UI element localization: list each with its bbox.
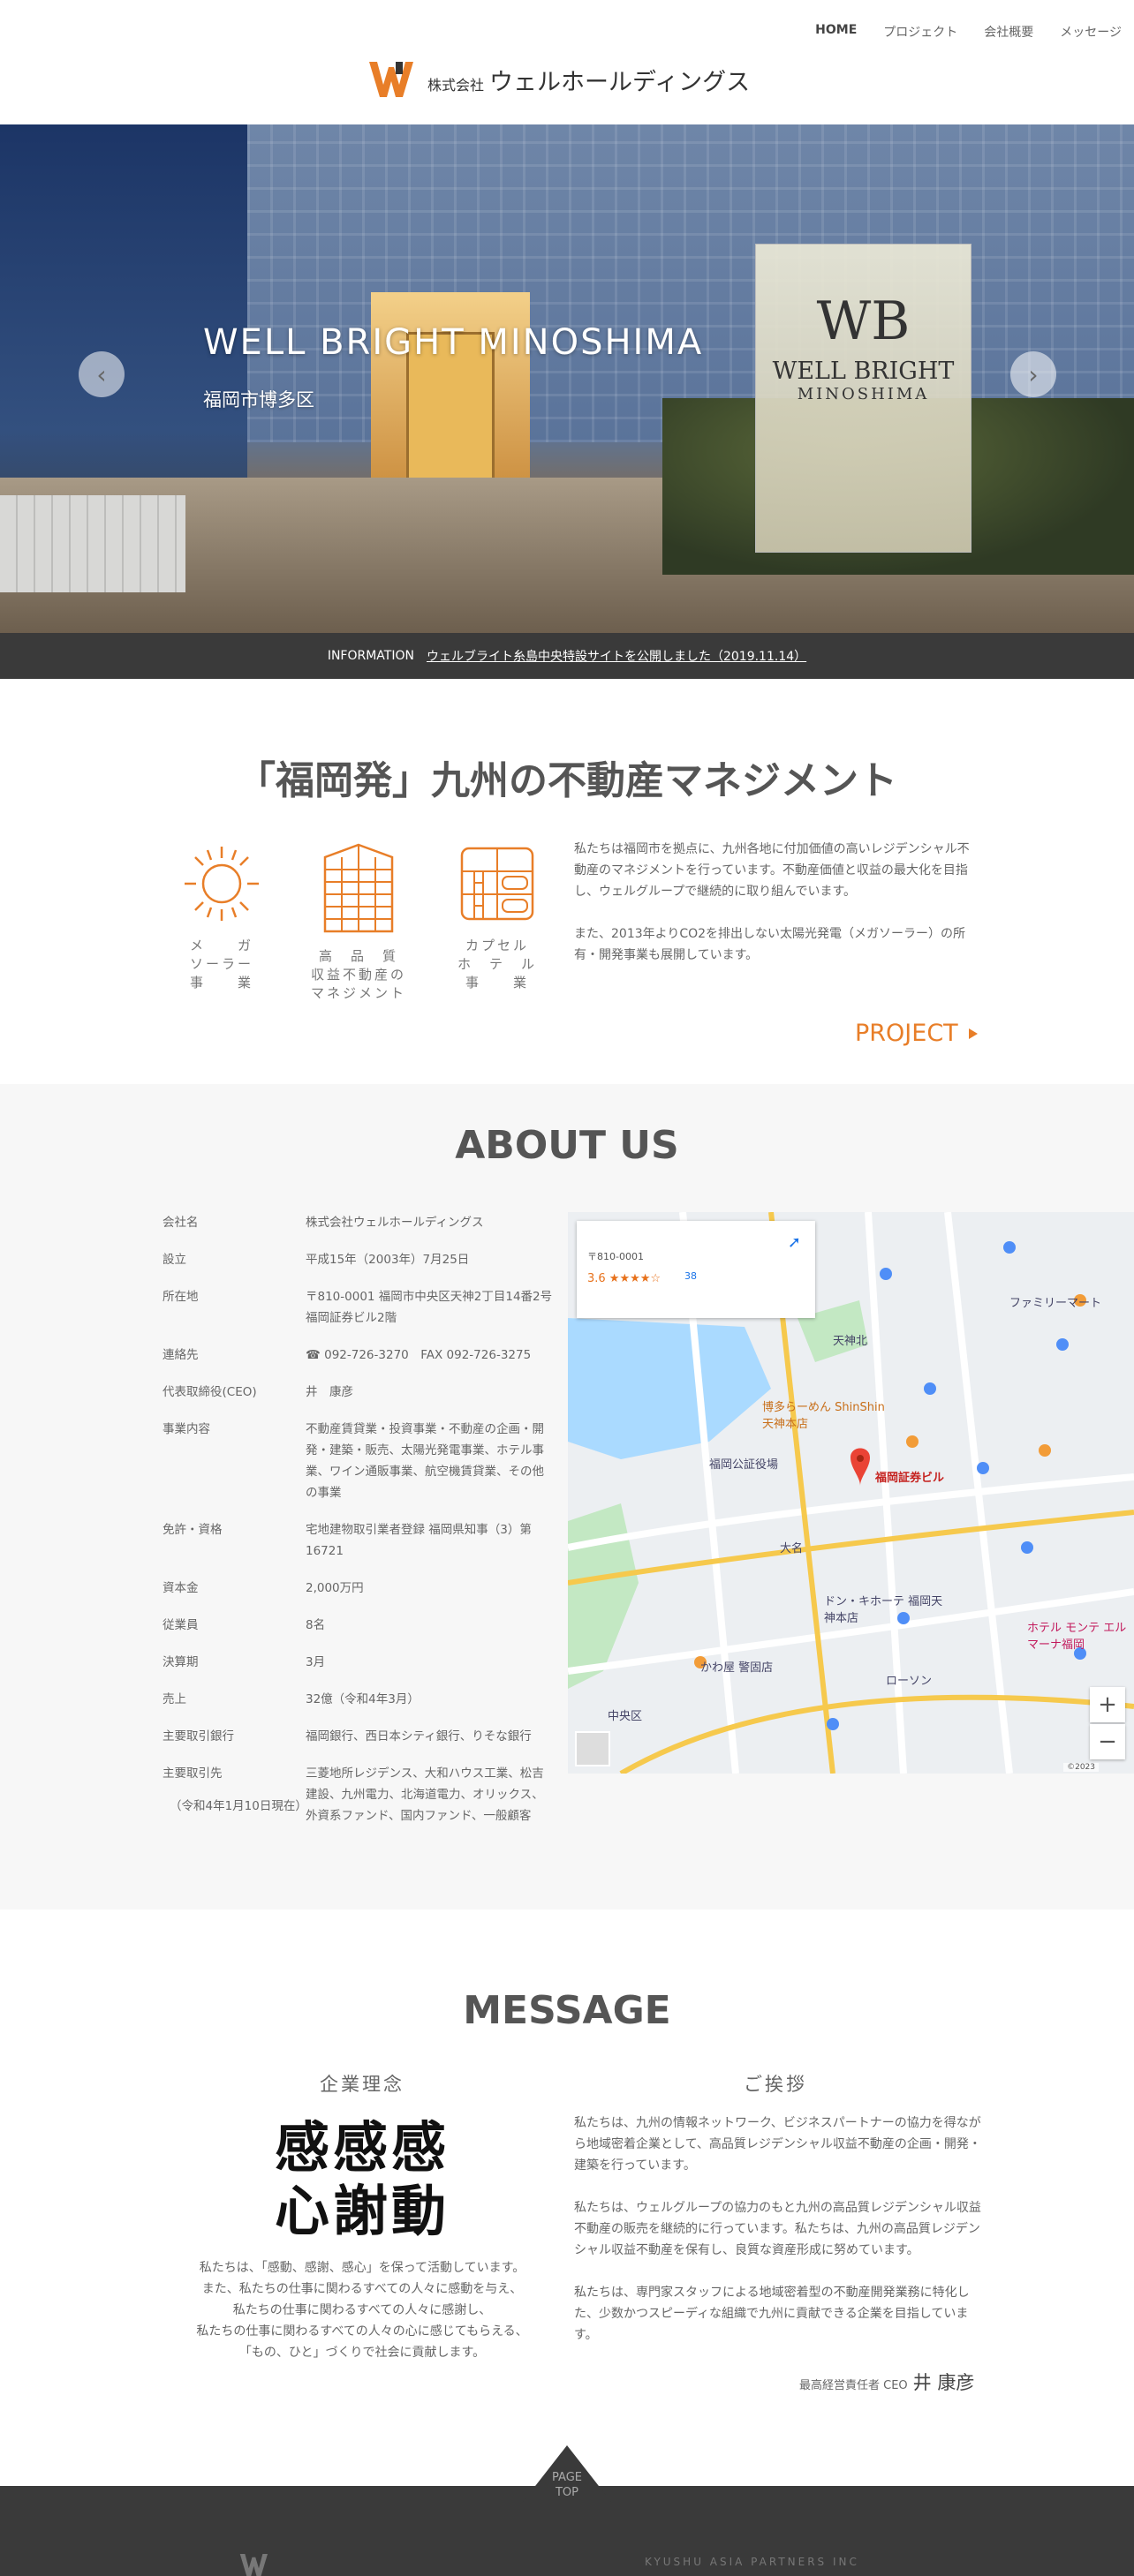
- plus-icon: +: [1098, 1691, 1117, 1718]
- tiled-planter: [0, 495, 185, 592]
- hero-title: WELL BRIGHT MINOSHIMA: [203, 322, 704, 363]
- map-label: 福岡公証役場: [709, 1458, 779, 1472]
- wb-monument-sign: WB WELL BRIGHT MINOSHIMA: [755, 244, 971, 553]
- greeting-heading: ご挨拶: [744, 2074, 807, 2095]
- logo-prefix: 株式会社: [427, 76, 485, 94]
- business-solar-line1: メ ガ: [189, 938, 253, 953]
- business-property-line1: 高 品 質: [318, 948, 398, 964]
- intro-paragraph: また、2013年よりCO2を排出しない太陽光発電（メガソーラー）の所有・開発事業…: [574, 927, 966, 962]
- table-row: 会社名 株式会社ウェルホールディングス: [163, 1216, 484, 1230]
- map-card-reviews[interactable]: 38: [684, 1270, 805, 1282]
- map-label: ローソン: [886, 1675, 933, 1688]
- table-row: 売上 32億（令和4年3月）: [163, 1692, 420, 1706]
- project-link-label: PROJECT: [855, 1020, 958, 1047]
- directions-icon[interactable]: ➚: [788, 1233, 801, 1252]
- company-info-table: 会社名 株式会社ウェルホールディングス 設立 平成15年（2003年）7月25日 所…: [163, 1212, 553, 1842]
- table-row: 資本金 2,000万円: [163, 1581, 364, 1595]
- building-icon: [323, 843, 394, 933]
- intro-paragraph: 私たちは福岡市を拠点に、九州各地に付加価値の高いレジデンシャル不動産のマネジメン…: [574, 842, 970, 899]
- sun-icon: [185, 847, 259, 921]
- partner-logo: KYUSHU ASIA PARTNERS INC: [645, 2556, 859, 2568]
- site-logo[interactable]: 株式会社 ウェルホールディングス: [369, 62, 750, 97]
- sign-line2: MINOSHIMA: [797, 385, 930, 403]
- table-row: 連絡先 ☎ 092-726-3270 FAX 092-726-3275: [163, 1348, 532, 1362]
- zoom-out-button[interactable]: −: [1090, 1724, 1125, 1759]
- intro-title: 「福岡発」九州の不動産マネジメント: [237, 758, 897, 803]
- ceo-signature: 最高経営責任者 CEO 井 康彦: [799, 2369, 974, 2395]
- table-row: 事業内容 不動産賃貸業・投資事業・不動産の企画・開発・建築・販売、太陽光発電事業、…: [163, 1422, 544, 1500]
- map-label: 天神北: [833, 1335, 868, 1348]
- calligraphy-motto: 感感感 心謝動: [256, 2116, 468, 2243]
- minus-icon: −: [1098, 1729, 1117, 1755]
- map-label: 博多らーめん ShinShin 天神本店: [762, 1401, 885, 1431]
- sign-mark: WB: [816, 290, 911, 352]
- map-label: 中央区: [608, 1710, 643, 1723]
- business-capsule-hotel: カプセル ホ テ ル 事 業: [449, 843, 546, 992]
- zoom-in-button[interactable]: +: [1090, 1687, 1125, 1722]
- sign-line1: WELL BRIGHT: [772, 358, 955, 385]
- map-label: ドン・キホーテ 福岡天神本店: [824, 1595, 943, 1625]
- business-property-line3: マネジメント: [310, 985, 406, 1001]
- business-solar: メ ガ ソーラー 事 業: [173, 843, 270, 992]
- info-label: INFORMATION: [327, 649, 414, 663]
- nav-company[interactable]: 会社概要: [984, 23, 1033, 41]
- sign-title: 最高経営責任者 CEO: [799, 2379, 908, 2392]
- google-map[interactable]: 福岡証券ビル ファミリーマート 中央区 大名 ドン・キホーテ 福岡天神本店 博多…: [568, 1212, 1134, 1774]
- project-link[interactable]: PROJECT: [855, 1020, 978, 1047]
- hero-subtitle: 福岡市博多区: [203, 389, 314, 411]
- table-row: 設立 平成15年（2003年）7月25日: [163, 1253, 470, 1267]
- map-credit: ©2023: [1063, 1763, 1099, 1772]
- table-row: 免許・資格 宅地建物取引業者登録 福岡県知事（3）第16721: [163, 1523, 532, 1558]
- table-row: 主要取引銀行 福岡銀行、西日本シティ銀行、りそな銀行: [163, 1729, 532, 1744]
- about-title: ABOUT US: [455, 1123, 679, 1168]
- street-view-thumbnail[interactable]: [575, 1731, 610, 1766]
- map-card-address: 〒810-0001: [587, 1251, 644, 1262]
- next-slide-button[interactable]: ›: [1010, 351, 1056, 397]
- map-label: 大名: [780, 1542, 804, 1555]
- message-title: MESSAGE: [463, 1988, 671, 2033]
- logo-mark-icon: [369, 62, 413, 97]
- philosophy-heading: 企業理念: [320, 2074, 404, 2095]
- main-nav: HOME プロジェクト 会社概要 メッセージ: [815, 23, 1122, 41]
- map-place-card[interactable]: 〒810-0001 3.6 ★★★★☆ 38 ➚: [577, 1221, 815, 1318]
- table-row: 従業員 8名: [163, 1618, 326, 1632]
- logo-name: ウェルホールディングス: [489, 68, 751, 96]
- nav-home[interactable]: HOME: [815, 23, 857, 41]
- table-row: 主要取引先 三菱地所レジデンス、大和ハウス工業、松吉建設、九州電力、北海道電力、オ…: [163, 1766, 544, 1823]
- intro-description: 私たちは福岡市を拠点に、九州各地に付加価値の高いレジデンシャル不動産のマネジメン…: [574, 839, 971, 966]
- table-row: 所在地 〒810-0001 福岡市中央区天神2丁目14番2号 福岡証券ビル2階: [163, 1290, 553, 1325]
- chevron-right-icon: ›: [1028, 359, 1039, 389]
- business-hotel-line1: カプセル: [465, 938, 529, 953]
- calligraphy-line2: 心謝動: [274, 2179, 450, 2243]
- hero-slider: WB WELL BRIGHT MINOSHIMA WELL BRIGHT MIN…: [0, 124, 1134, 633]
- info-link[interactable]: ウェルブライト糸島中央特設サイトを公開しました（2019.11.14）: [427, 647, 806, 665]
- nav-project[interactable]: プロジェクト: [883, 23, 957, 41]
- map-label: ホテル モンテ エルマーナ福岡: [1027, 1622, 1127, 1652]
- map-marker-label: 福岡証券ビル: [875, 1472, 945, 1485]
- business-hotel-line3: 事 業: [465, 975, 529, 990]
- business-property-line2: 収益不動産の: [310, 967, 406, 983]
- prev-slide-button[interactable]: ‹: [79, 351, 125, 397]
- nav-message[interactable]: メッセージ: [1060, 23, 1122, 41]
- chevron-left-icon: ‹: [96, 359, 107, 389]
- philosophy-text: 私たちは、「感動、感謝、感心」を保って活動しています。 また、私たちの仕事に関わ…: [196, 2261, 528, 2360]
- map-label: かわ屋 警固店: [700, 1661, 774, 1675]
- map-label: ファミリーマート: [1009, 1297, 1102, 1310]
- as-of-date: （令和4年1月10日現在）: [170, 1799, 307, 1813]
- calligraphy-line1: 感感感: [274, 2115, 450, 2180]
- footer-logo-icon: [239, 2554, 268, 2576]
- greeting-text: 私たちは、九州の情報ネットワーク、ビジネスパートナーの協力を得ながら地域密着企業…: [574, 2116, 981, 2342]
- business-solar-line3: 事 業: [189, 975, 253, 990]
- triangle-right-icon: [968, 1028, 978, 1039]
- business-property: 高 品 質 収益不動産の マネジメント: [310, 843, 407, 1003]
- information-bar: INFORMATION ウェルブライト糸島中央特設サイトを公開しました（2019…: [0, 633, 1134, 679]
- capsule-hotel-icon: [460, 847, 534, 921]
- business-hotel-line2: ホ テ ル: [457, 956, 537, 972]
- business-solar-line2: ソーラー: [189, 956, 253, 972]
- sign-name: 井 康彦: [912, 2372, 975, 2393]
- table-row: 代表取締役(CEO) 井 康彦: [163, 1385, 353, 1399]
- table-row: 決算期 3月: [163, 1655, 326, 1669]
- page-top-label: PAGE TOP: [552, 2471, 582, 2499]
